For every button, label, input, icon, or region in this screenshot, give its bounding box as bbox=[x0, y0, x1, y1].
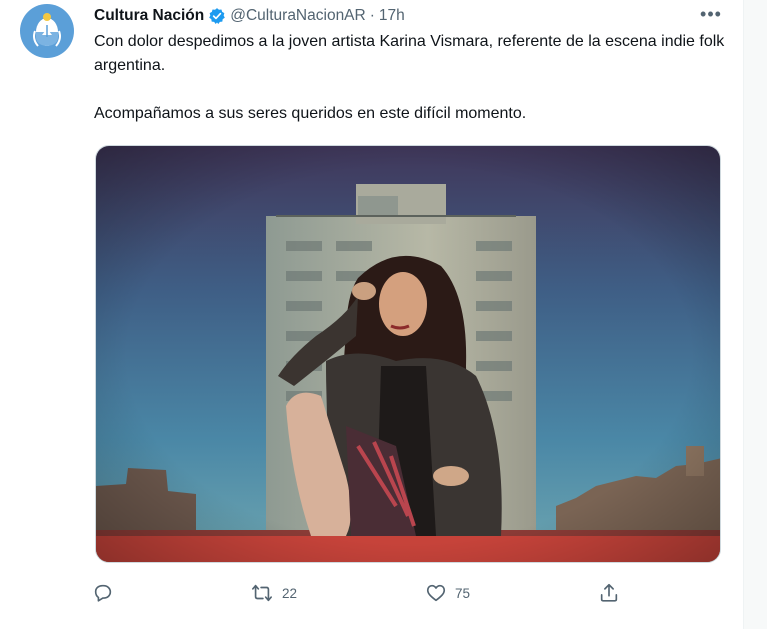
author-handle[interactable]: @CulturaNacionAR bbox=[230, 7, 365, 25]
share-button[interactable] bbox=[598, 578, 620, 608]
retweet-button[interactable]: 22 bbox=[250, 578, 297, 608]
more-options-icon[interactable]: ••• bbox=[697, 2, 725, 26]
reply-button[interactable] bbox=[92, 578, 114, 608]
author-avatar[interactable] bbox=[20, 4, 74, 58]
author-name[interactable]: Cultura Nación bbox=[94, 7, 204, 25]
tweet-header: Cultura Nación @CulturaNacionAR · 17h bbox=[94, 5, 405, 27]
sidebar-gutter bbox=[744, 0, 767, 629]
tweet-paragraph-1: Con dolor despedimos a la joven artista … bbox=[94, 33, 725, 74]
argentina-coat-of-arms-icon bbox=[33, 13, 61, 47]
heart-icon bbox=[426, 584, 446, 602]
tweet-text: Con dolor despedimos a la joven artista … bbox=[94, 30, 734, 126]
retweet-icon bbox=[252, 584, 272, 602]
reply-icon bbox=[94, 584, 112, 602]
tweet-actions: 22 75 bbox=[90, 578, 650, 608]
separator-dot: · bbox=[369, 7, 375, 24]
tweet-photo[interactable] bbox=[95, 145, 721, 563]
photo-image bbox=[96, 146, 720, 562]
like-button[interactable]: 75 bbox=[425, 578, 470, 608]
tweet-paragraph-2: Acompañamos a sus seres queridos en este… bbox=[94, 105, 527, 122]
like-count: 75 bbox=[455, 585, 471, 601]
verified-badge-icon bbox=[208, 7, 226, 25]
tweet-timestamp[interactable]: 17h bbox=[379, 7, 405, 25]
share-icon bbox=[600, 583, 618, 602]
retweet-count: 22 bbox=[282, 585, 298, 601]
